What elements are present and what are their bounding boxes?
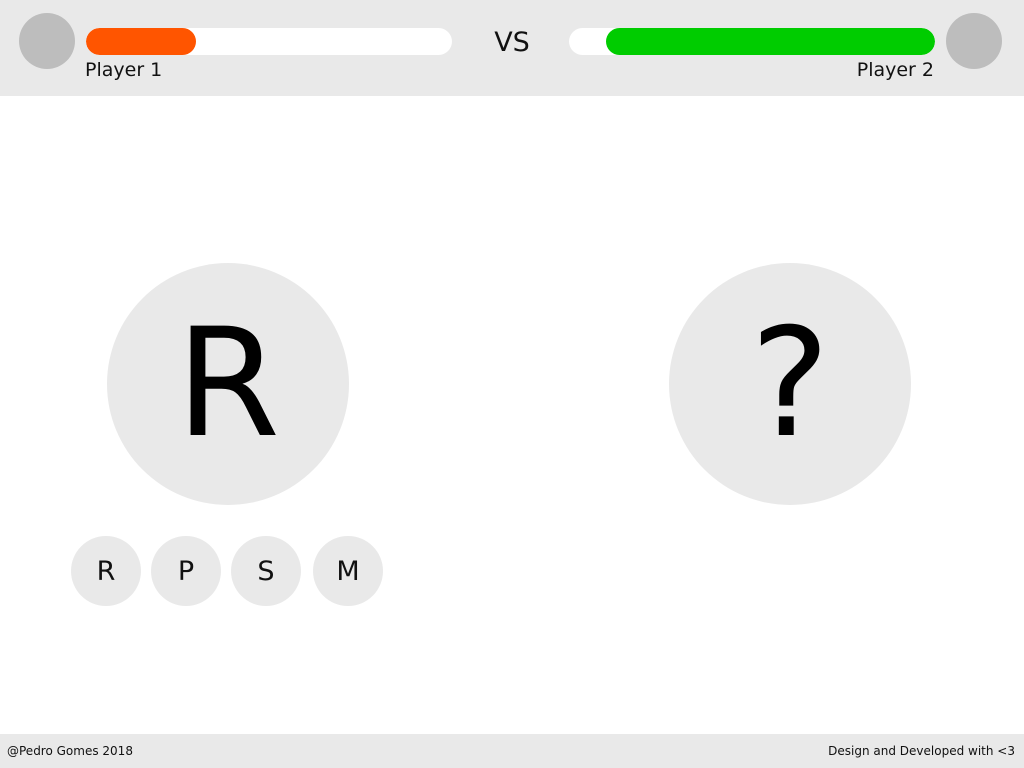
move-button-paper[interactable]: P	[151, 536, 221, 606]
move-button-m[interactable]: M	[313, 536, 383, 606]
player2-avatar-icon	[946, 13, 1002, 69]
game-page: Player 1 VS Player 2 R ? R P S M @Pedro …	[0, 0, 1024, 768]
player2-choice-display: ?	[669, 263, 911, 505]
player1-choice-display: R	[107, 263, 349, 505]
move-button-scissors[interactable]: S	[231, 536, 301, 606]
player2-name: Player 2	[856, 59, 934, 81]
move-button-rock[interactable]: R	[71, 536, 141, 606]
player1-name: Player 1	[85, 59, 163, 81]
footer-bar: @Pedro Gomes 2018 Design and Developed w…	[0, 734, 1024, 768]
footer-credit: @Pedro Gomes 2018	[7, 744, 133, 758]
player2-health-fill	[605, 28, 935, 55]
move-buttons: R P S M	[71, 536, 391, 608]
player2-health-bar	[569, 28, 935, 55]
footer-tagline: Design and Developed with <3	[828, 744, 1015, 758]
header-bar: Player 1 VS Player 2	[0, 0, 1024, 96]
